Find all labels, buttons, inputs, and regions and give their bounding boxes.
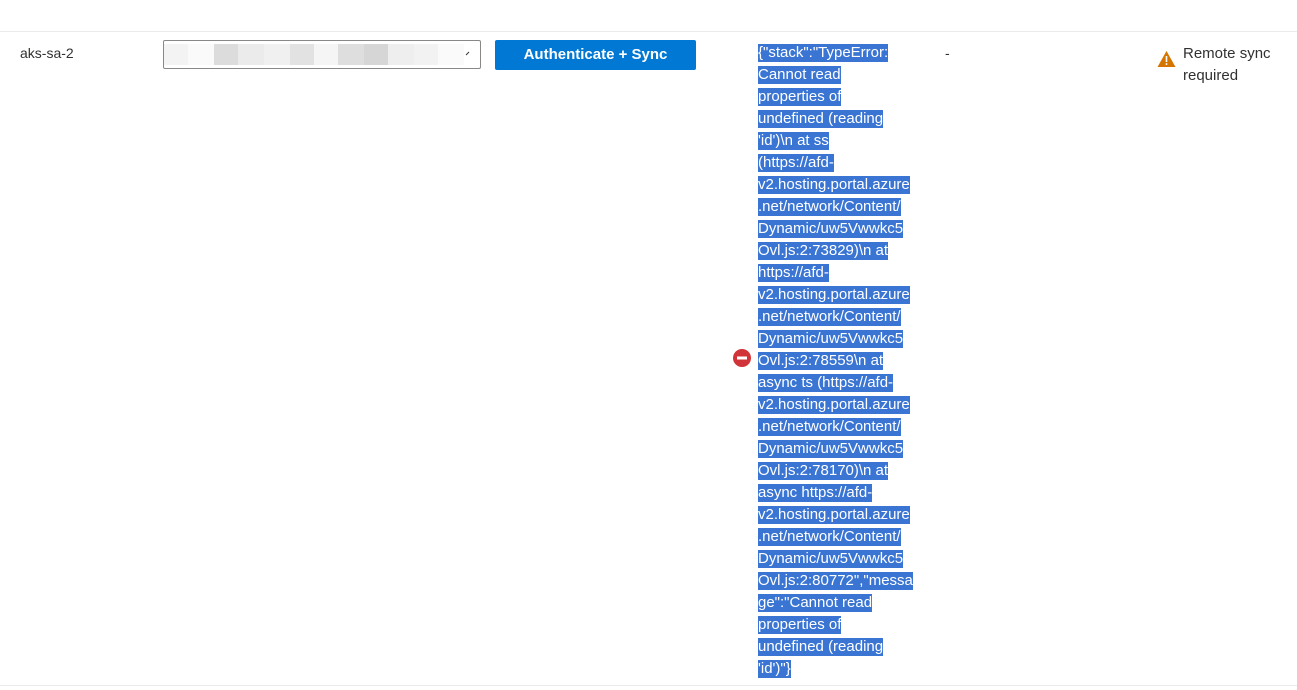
- row-top-divider: [0, 31, 1297, 32]
- error-message-line: 'id')\n at ss: [758, 130, 926, 152]
- error-message-line: Dynamic/uw5Vwwkc5: [758, 328, 926, 350]
- selected-text: Dynamic/uw5Vwwkc5: [758, 550, 904, 568]
- error-message-line: Ovl.js:2:80772","messa: [758, 570, 926, 592]
- selected-text: Cannot read: [758, 66, 841, 84]
- sync-status: Remote sync required: [1183, 43, 1293, 87]
- redacted-value: [164, 44, 188, 65]
- sync-status-line-1: Remote sync: [1183, 45, 1271, 62]
- resource-name: aks-sa-2: [20, 45, 74, 61]
- error-message-line: .net/network/Content/: [758, 526, 926, 548]
- error-message-line: undefined (reading: [758, 636, 926, 658]
- selected-text: Dynamic/uw5Vwwkc5: [758, 220, 904, 238]
- authenticate-sync-button[interactable]: Authenticate + Sync: [495, 40, 696, 70]
- placeholder-dash: -: [945, 45, 950, 61]
- subscription-dropdown[interactable]: [163, 40, 481, 69]
- selected-text: (https://afd-: [758, 154, 834, 172]
- error-message-line: .net/network/Content/: [758, 196, 926, 218]
- error-message-line: v2.hosting.portal.azure: [758, 394, 926, 416]
- selected-text: async ts (https://afd-: [758, 374, 894, 392]
- error-message-line: (https://afd-: [758, 152, 926, 174]
- selected-text: .net/network/Content/: [758, 198, 901, 216]
- error-message-line: Dynamic/uw5Vwwkc5: [758, 438, 926, 460]
- error-message-line: 'id')"}: [758, 658, 926, 680]
- selected-text: v2.hosting.portal.azure: [758, 176, 910, 194]
- error-message-line: Cannot read: [758, 64, 926, 86]
- error-message-line: https://afd-: [758, 262, 926, 284]
- selected-text: properties of: [758, 88, 842, 106]
- error-message-line: v2.hosting.portal.azure: [758, 174, 926, 196]
- error-message-line: Ovl.js:2:78170)\n at: [758, 460, 926, 482]
- error-message-line: .net/network/Content/: [758, 306, 926, 328]
- selected-text: v2.hosting.portal.azure: [758, 396, 910, 414]
- selected-text: v2.hosting.portal.azure: [758, 506, 910, 524]
- error-message-line: Dynamic/uw5Vwwkc5: [758, 548, 926, 570]
- error-message-line: async ts (https://afd-: [758, 372, 926, 394]
- selected-text: https://afd-: [758, 264, 829, 282]
- table-page: aks-sa-2 Authenticate + Sync {"stack":"T…: [0, 0, 1297, 690]
- selected-text: properties of: [758, 616, 842, 634]
- sync-status-line-2: required: [1183, 67, 1239, 84]
- row-bottom-divider: [0, 685, 1297, 686]
- error-message-line: Ovl.js:2:73829)\n at: [758, 240, 926, 262]
- error-message: {"stack":"TypeError: Cannot read propertie…: [758, 42, 926, 680]
- error-message-line: v2.hosting.portal.azure: [758, 504, 926, 526]
- selected-text: v2.hosting.portal.azure: [758, 286, 910, 304]
- selected-text: Dynamic/uw5Vwwkc5: [758, 330, 904, 348]
- selected-text: 'id')\n at ss: [758, 132, 829, 150]
- selected-text: .net/network/Content/: [758, 308, 901, 326]
- selected-text: undefined (reading: [758, 638, 884, 656]
- selected-text: Ovl.js:2:78559\n at: [758, 352, 884, 370]
- error-message-line: v2.hosting.portal.azure: [758, 284, 926, 306]
- error-message-line: Ovl.js:2:78559\n at: [758, 350, 926, 372]
- error-message-line: properties of: [758, 86, 926, 108]
- error-message-line: Dynamic/uw5Vwwkc5: [758, 218, 926, 240]
- error-circle-icon: [733, 349, 751, 367]
- selected-text: ge":"Cannot read: [758, 594, 873, 612]
- error-message-line: async https://afd-: [758, 482, 926, 504]
- selected-text: .net/network/Content/: [758, 528, 901, 546]
- selected-text: {"stack":"TypeError:: [758, 44, 889, 62]
- error-message-line: ge":"Cannot read: [758, 592, 926, 614]
- error-message-line: .net/network/Content/: [758, 416, 926, 438]
- selected-text: async https://afd-: [758, 484, 873, 502]
- selected-text: Ovl.js:2:73829)\n at: [758, 242, 889, 260]
- selected-text: Dynamic/uw5Vwwkc5: [758, 440, 904, 458]
- selected-text: 'id')"}: [758, 660, 791, 678]
- selected-text: .net/network/Content/: [758, 418, 901, 436]
- selected-text: Ovl.js:2:80772","messa: [758, 572, 913, 590]
- error-message-line: properties of: [758, 614, 926, 636]
- selected-text: Ovl.js:2:78170)\n at: [758, 462, 889, 480]
- warning-triangle-icon: [1157, 50, 1176, 68]
- error-message-line: undefined (reading: [758, 108, 926, 130]
- error-message-line: {"stack":"TypeError:: [758, 42, 926, 64]
- selected-text: undefined (reading: [758, 110, 884, 128]
- chevron-down-icon: [464, 46, 474, 60]
